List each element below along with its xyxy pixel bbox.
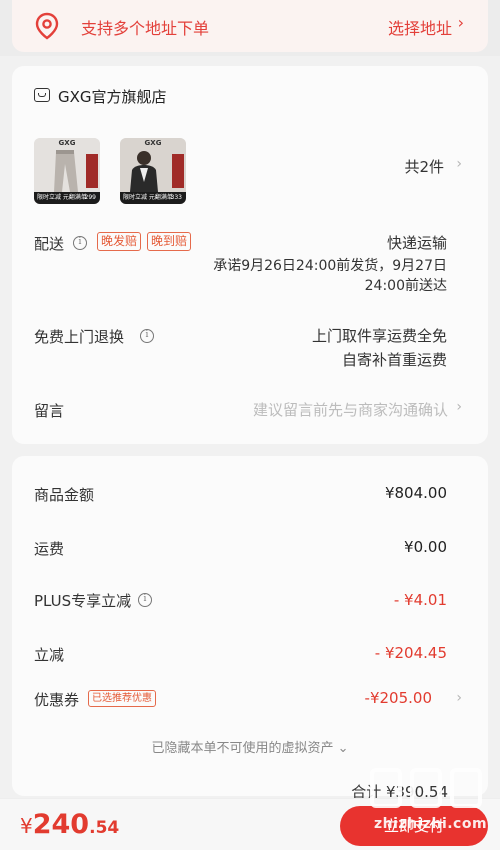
- delivery-label: 配送: [34, 235, 65, 253]
- coupon-value[interactable]: -¥205.00: [365, 689, 432, 707]
- address-prompt: 支持多个地址下单: [81, 19, 210, 38]
- location-pin-icon: [35, 12, 59, 40]
- pay-amount: ¥240.54: [20, 809, 119, 840]
- free-return-label: 免费上门退换: [34, 328, 125, 346]
- goods-amount-label: 商品金额: [34, 486, 95, 504]
- watermark-glyph: [410, 768, 442, 808]
- instant-discount-value: - ¥204.45: [374, 644, 447, 662]
- watermark-text: zhizhizhi.com: [374, 816, 488, 832]
- instant-discount-label: 立减: [34, 646, 65, 664]
- promo-strip: [172, 154, 184, 188]
- shipping-label: 运费: [34, 540, 65, 558]
- amount-integer: 240: [32, 809, 90, 840]
- watermark: zhizhizhi.com: [366, 768, 488, 842]
- promo-strip: [86, 154, 98, 188]
- product-brand: GXG: [144, 139, 162, 147]
- item-count[interactable]: 共2件: [404, 156, 444, 177]
- currency-symbol: ¥: [20, 814, 33, 838]
- delivery-promise-line2: 24:00前送达: [364, 278, 447, 294]
- address-selector[interactable]: 支持多个地址下单 选择地址 ›: [12, 0, 488, 52]
- shipping-value: ¥0.00: [404, 538, 447, 556]
- hidden-assets-text: 已隐藏本单不可使用的虚拟资产: [151, 741, 334, 756]
- product-thumbnail[interactable]: GXG 限时立减 元翻满单 333: [120, 138, 186, 204]
- chevron-right-icon: ›: [457, 13, 464, 32]
- chevron-right-icon: ›: [456, 690, 462, 706]
- amount-decimal: .54: [89, 818, 120, 838]
- watermark-glyph: [370, 768, 402, 808]
- late-arrival-tag: 晚到赔: [147, 232, 192, 251]
- late-ship-tag: 晚发赔: [97, 232, 142, 251]
- chevron-down-icon: ⌄: [337, 741, 349, 756]
- plus-discount-label: PLUS专享立减: [34, 592, 132, 610]
- info-icon[interactable]: i: [73, 236, 87, 250]
- product-price: 333: [170, 194, 182, 201]
- store-name[interactable]: GXG官方旗舰店: [58, 86, 167, 107]
- summary-card: 商品金额 ¥804.00 运费 ¥0.00 PLUS专享立减 i - ¥4.01…: [12, 456, 488, 801]
- info-icon[interactable]: i: [140, 329, 154, 343]
- info-icon[interactable]: i: [138, 593, 152, 607]
- message-input[interactable]: 建议留言前先与商家沟通确认: [253, 399, 448, 420]
- product-thumbnail[interactable]: GXG 限时立减 元翻满单 299: [34, 138, 100, 204]
- product-brand: GXG: [58, 139, 76, 147]
- recommended-coupon-tag: 已选推荐优惠: [88, 690, 156, 707]
- hidden-assets-toggle[interactable]: 已隐藏本单不可使用的虚拟资产 ⌄: [12, 737, 488, 756]
- plus-discount-value: - ¥4.01: [393, 591, 447, 609]
- order-card: GXG官方旗舰店 GXG 限时立减 元翻满单 299 GXG 限时立减 元翻满单…: [12, 66, 488, 444]
- chevron-right-icon: ›: [456, 399, 462, 415]
- delivery-method[interactable]: 快递运输: [387, 232, 447, 254]
- coupon-label: 优惠券: [34, 691, 80, 709]
- product-price: 299: [84, 194, 96, 201]
- return-line1: 上门取件享运费全免: [311, 327, 447, 345]
- select-address-link[interactable]: 选择地址: [388, 15, 452, 39]
- watermark-glyph: [450, 768, 482, 808]
- return-line2: 自寄补首重运费: [341, 351, 447, 369]
- chevron-right-icon: ›: [456, 156, 462, 172]
- delivery-promise-line1: 承诺9月26日24:00前发货，9月27日: [213, 258, 447, 274]
- goods-amount-value: ¥804.00: [384, 484, 447, 502]
- message-label: 留言: [34, 402, 65, 420]
- store-icon: [34, 88, 50, 102]
